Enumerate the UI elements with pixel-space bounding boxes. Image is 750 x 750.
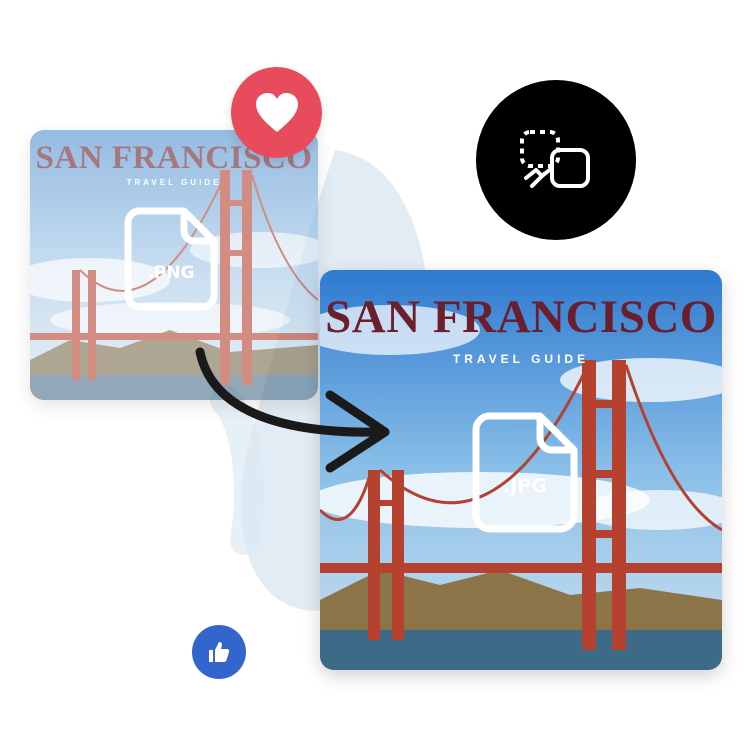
convert-badge [476,80,636,240]
heart-badge [231,67,322,158]
conversion-arrow [195,347,390,473]
card-title: SAN FRANCISCO [325,291,717,343]
thumbs-up-icon [209,642,230,662]
convert-icon [520,130,590,188]
heart-icon [255,92,298,132]
like-badge [192,625,246,679]
card-subtitle: TRAVEL GUIDE [126,178,222,187]
png-file-icon: .PNG [122,205,220,313]
file-format-label: .PNG [147,263,195,283]
file-format-label: .JPG [503,475,547,497]
jpg-file-icon: .JPG [470,410,580,535]
